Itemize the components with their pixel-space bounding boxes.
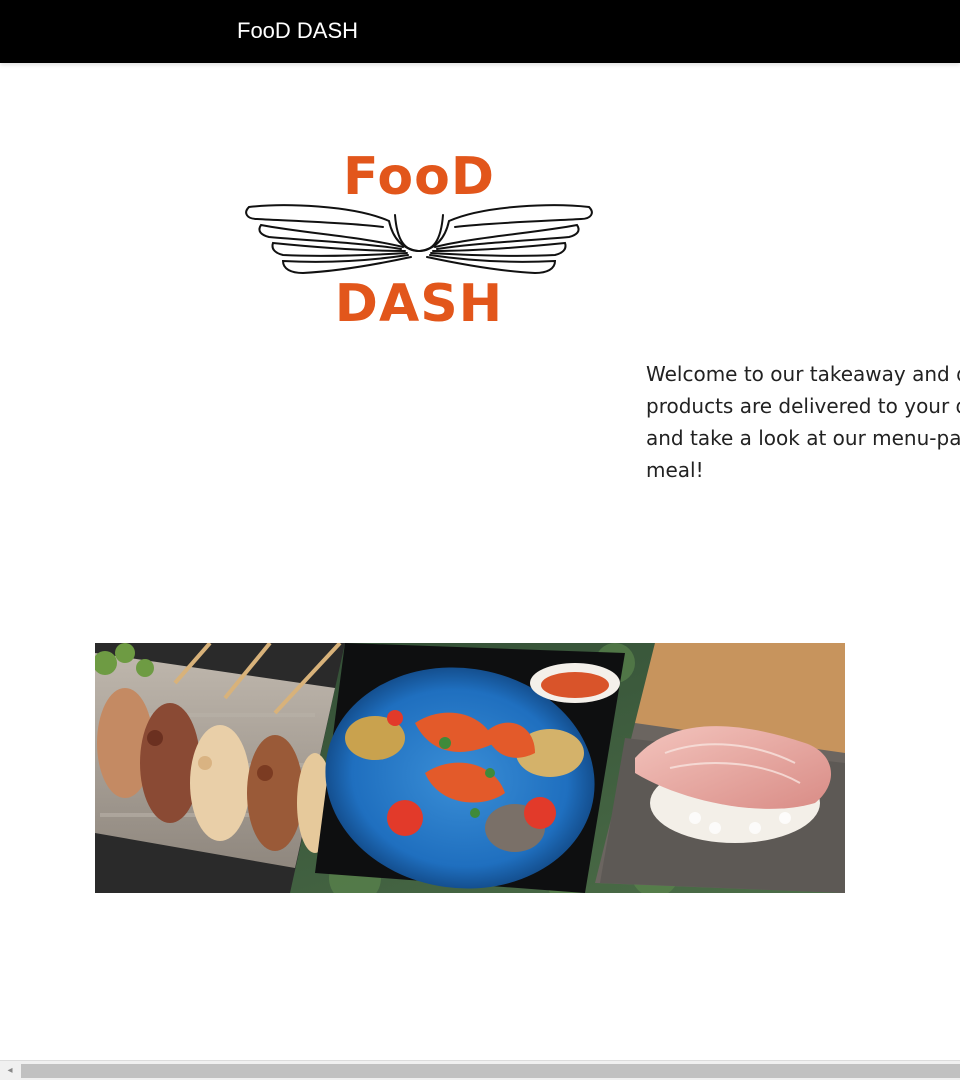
logo-word-food: FooD bbox=[342, 147, 496, 207]
horizontal-scrollbar[interactable]: ◂ bbox=[0, 1060, 960, 1080]
food-photo-collage bbox=[95, 643, 845, 893]
welcome-line: Welcome to our takeaway and deli bbox=[646, 362, 960, 386]
food-dash-logo: FooD DASH bbox=[243, 143, 595, 334]
scroll-left-icon[interactable]: ◂ bbox=[0, 1061, 20, 1080]
seafood-plate-photo bbox=[315, 643, 625, 893]
welcome-line: products are delivered to your doo bbox=[646, 394, 960, 418]
top-navigation-bar: FooD DASH bbox=[0, 0, 960, 63]
welcome-text: Welcome to our takeaway and deli product… bbox=[646, 358, 960, 486]
scrollbar-thumb[interactable] bbox=[21, 1064, 960, 1078]
welcome-line: and take a look at our menu-page bbox=[646, 426, 960, 450]
site-brand[interactable]: FooD DASH bbox=[237, 17, 358, 45]
logo-word-dash: DASH bbox=[334, 274, 504, 334]
welcome-line: meal! bbox=[646, 458, 704, 482]
